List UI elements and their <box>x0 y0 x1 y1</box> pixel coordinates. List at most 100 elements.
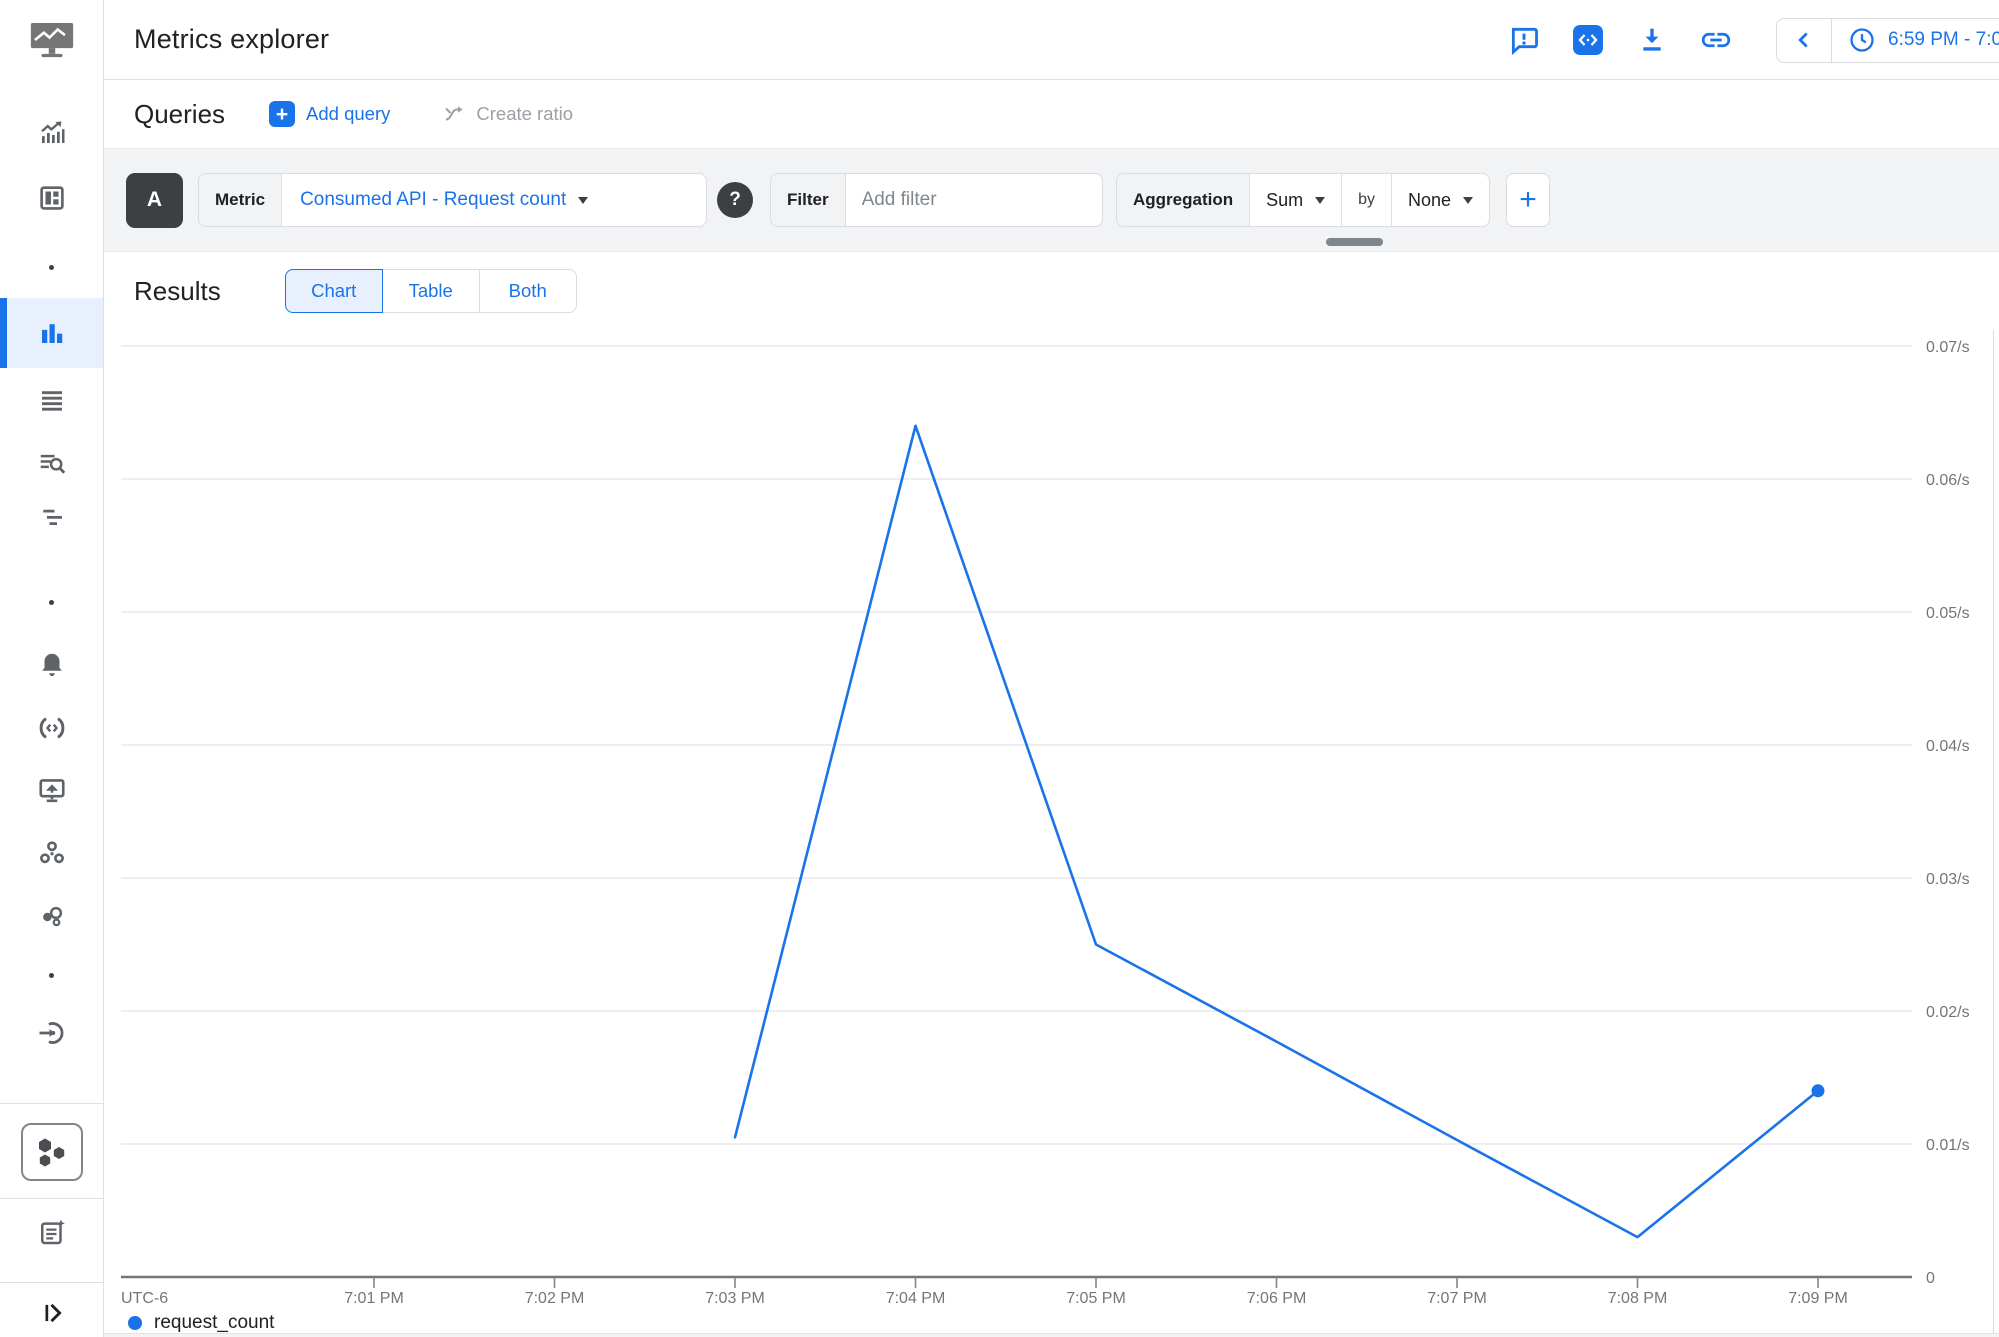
aggregation-label: Aggregation <box>1117 174 1250 226</box>
link-icon <box>1699 23 1733 57</box>
arrow-target-icon <box>37 1018 67 1048</box>
download-icon <box>1636 24 1668 56</box>
y-axis-label: 0.05/s <box>1926 605 1970 622</box>
create-ratio-button[interactable]: Create ratio <box>442 102 573 126</box>
sidebar-separator-dot <box>0 234 103 300</box>
circle-code-icon <box>37 713 67 743</box>
sidebar-item-release-notes[interactable] <box>0 1200 103 1266</box>
download-button[interactable] <box>1634 22 1670 58</box>
feedback-button[interactable] <box>1506 22 1542 58</box>
filter-label: Filter <box>771 174 846 226</box>
hexagons-icon <box>34 1136 70 1168</box>
sidebar-item-alerting[interactable] <box>0 632 103 698</box>
metric-value: Consumed API - Request count <box>300 189 566 211</box>
trending-chart-icon <box>37 118 67 148</box>
time-range-button[interactable]: 6:59 PM - 7:0 <box>1832 26 1999 54</box>
sidebar-separator-dot <box>0 942 103 1008</box>
time-range-back-button[interactable] <box>1777 19 1831 62</box>
sidebar-separator-dot <box>0 569 103 635</box>
by-label: by <box>1342 174 1392 226</box>
aggregation-selector[interactable]: Sum <box>1250 174 1342 226</box>
caret-down-icon <box>1315 197 1325 204</box>
sidebar-item-list[interactable] <box>0 367 103 433</box>
header-actions: 6:59 PM - 7:0 <box>1506 0 1999 80</box>
tab-table[interactable]: Table <box>382 269 480 313</box>
x-axis-label: 7:09 PM <box>1788 1290 1848 1307</box>
y-axis-label: 0.02/s <box>1926 1004 1970 1021</box>
metric-label: Metric <box>199 174 282 226</box>
results-view-toggle: Chart Table Both <box>285 269 577 313</box>
query-builder: A Metric Consumed API - Request count ? … <box>104 148 1999 252</box>
x-axis-label: 7:07 PM <box>1427 1290 1487 1307</box>
sidebar-divider <box>0 1282 103 1283</box>
sidebar-item-trace[interactable] <box>0 484 103 550</box>
filter-field: Filter <box>770 173 1103 227</box>
sidebar-item-dashboards[interactable] <box>0 165 103 231</box>
dashboard-icon <box>37 183 67 213</box>
monitoring-logo[interactable] <box>0 0 103 80</box>
mql-code-button[interactable] <box>1570 22 1606 58</box>
metric-selector[interactable]: Consumed API - Request count <box>282 174 606 226</box>
screen-share-icon <box>37 775 67 805</box>
create-ratio-label: Create ratio <box>476 103 573 125</box>
chart-legend[interactable]: request_count <box>128 1312 274 1334</box>
x-axis-label: 7:03 PM <box>705 1290 765 1307</box>
panel-drag-handle[interactable] <box>1326 238 1383 246</box>
sidebar-item-data-ingest[interactable] <box>0 1000 103 1066</box>
sidebar-item-dashboards-share[interactable] <box>0 757 103 823</box>
add-query-button[interactable]: + Add query <box>269 101 390 127</box>
search-list-icon <box>37 448 67 478</box>
three-circles-icon <box>37 838 67 868</box>
sidebar-expand-button[interactable] <box>0 1288 103 1337</box>
tab-both[interactable]: Both <box>479 269 577 313</box>
expand-panel-icon <box>39 1300 65 1326</box>
sidebar-item-uptime-checks[interactable] <box>0 695 103 761</box>
sidebar-divider <box>0 1103 103 1104</box>
y-axis-label: 0.06/s <box>1926 472 1970 489</box>
results-title: Results <box>134 276 221 307</box>
dot-icon <box>49 600 54 605</box>
feedback-icon <box>1508 24 1540 56</box>
y-axis-label: 0 <box>1926 1270 1935 1287</box>
series-end-dot <box>1812 1084 1825 1097</box>
sidebar-item-overview[interactable] <box>0 100 103 166</box>
share-link-button[interactable] <box>1698 22 1734 58</box>
y-axis-label: 0.03/s <box>1926 871 1970 888</box>
plus-icon: + <box>269 101 295 127</box>
results-section: Results Chart Table Both <box>104 252 1999 330</box>
tab-chart[interactable]: Chart <box>285 269 383 313</box>
group-by-selector[interactable]: None <box>1392 174 1489 226</box>
code-icon <box>1571 23 1605 57</box>
x-axis-label: 7:02 PM <box>525 1290 585 1307</box>
filter-input[interactable] <box>846 174 1103 226</box>
legend-label: request_count <box>154 1312 274 1334</box>
x-axis-label: 7:06 PM <box>1247 1290 1307 1307</box>
sidebar-item-metrics-explorer[interactable] <box>0 298 103 368</box>
metrics-explorer-app: Metrics explorer <box>0 0 1999 1337</box>
create-ratio-icon <box>442 102 466 126</box>
time-range-control: 6:59 PM - 7:0 <box>1776 18 1999 63</box>
y-axis-label: 0.01/s <box>1926 1137 1970 1154</box>
caret-down-icon <box>1463 197 1473 204</box>
chevron-left-icon <box>1791 27 1817 53</box>
list-lines-icon <box>37 385 67 415</box>
queries-title: Queries <box>134 99 225 130</box>
add-query-label: Add query <box>306 103 390 125</box>
trace-lines-icon <box>37 502 67 532</box>
legend-swatch <box>128 1316 142 1330</box>
queries-section: Queries + Add query Create ratio <box>104 80 1999 148</box>
results-chart-area: 0.07/s0.06/s0.05/s0.04/s0.03/s0.02/s0.01… <box>104 330 1999 1337</box>
metric-help-button[interactable]: ? <box>717 182 753 218</box>
sidebar-item-groups[interactable] <box>0 820 103 886</box>
series-line <box>735 426 1818 1237</box>
bell-icon <box>37 650 67 680</box>
sidebar-divider <box>0 1198 103 1199</box>
timezone-label: UTC-6 <box>121 1290 168 1307</box>
sidebar-item-hexagons[interactable] <box>0 1113 103 1191</box>
add-query-part-button[interactable]: + <box>1506 173 1550 227</box>
sidebar-item-services[interactable] <box>0 884 103 950</box>
line-chart: 0.07/s0.06/s0.05/s0.04/s0.03/s0.02/s0.01… <box>104 330 1999 1337</box>
bottom-panel-edge <box>104 1333 1999 1337</box>
x-axis-label: 7:04 PM <box>886 1290 946 1307</box>
y-axis-label: 0.07/s <box>1926 339 1970 356</box>
